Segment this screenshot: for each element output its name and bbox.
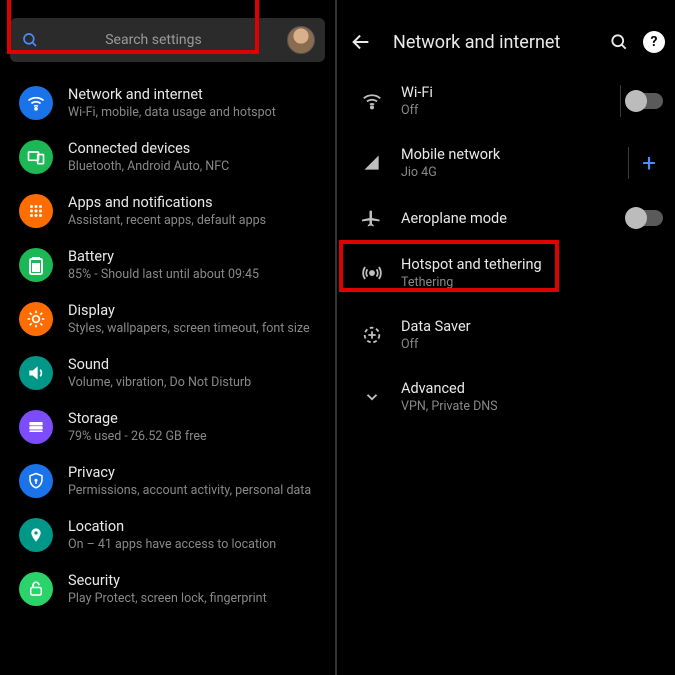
settings-root-pane: Search settings Network and internet Wi-… xyxy=(0,0,337,675)
item-title: Security xyxy=(68,572,323,589)
item-sub: Styles, wallpapers, screen timeout, font… xyxy=(68,321,323,336)
item-sub: On – 41 apps have access to location xyxy=(68,537,323,552)
separator xyxy=(620,85,621,117)
item-title: Hotspot and tethering xyxy=(401,256,663,273)
search-placeholder: Search settings xyxy=(20,32,287,48)
back-icon[interactable] xyxy=(347,28,375,56)
settings-list: Network and internet Wi-Fi, mobile, data… xyxy=(0,76,335,616)
item-title: Storage xyxy=(68,410,323,427)
network-list: Wi-Fi Off Mobile network Jio 4G + xyxy=(337,70,675,428)
item-display[interactable]: Display Styles, wallpapers, screen timeo… xyxy=(4,292,331,346)
display-icon xyxy=(19,302,53,336)
item-title: Mobile network xyxy=(401,146,622,163)
profile-avatar[interactable] xyxy=(287,26,315,54)
item-sub: 85% - Should last until about 09:45 xyxy=(68,267,323,282)
item-title: Wi-Fi xyxy=(401,84,614,101)
add-network-icon[interactable]: + xyxy=(635,149,663,177)
item-sub: Bluetooth, Android Auto, NFC xyxy=(68,159,323,174)
item-security[interactable]: Security Play Protect, screen lock, fing… xyxy=(4,562,331,616)
item-storage[interactable]: Storage 79% used - 26.52 GB free xyxy=(4,400,331,454)
item-sub: Off xyxy=(401,103,614,118)
item-title: Sound xyxy=(68,356,323,373)
item-privacy[interactable]: Privacy Permissions, account activity, p… xyxy=(4,454,331,508)
data-saver-icon xyxy=(349,324,395,346)
apps-icon xyxy=(19,194,53,228)
item-title: Aeroplane mode xyxy=(401,210,627,227)
item-title: Location xyxy=(68,518,323,535)
item-sub: Assistant, recent apps, default apps xyxy=(68,213,323,228)
aeroplane-toggle[interactable] xyxy=(627,210,663,226)
item-aeroplane-mode[interactable]: Aeroplane mode xyxy=(343,194,669,242)
item-sub: Wi-Fi, mobile, data usage and hotspot xyxy=(68,105,323,120)
item-data-saver[interactable]: Data Saver Off xyxy=(343,304,669,366)
help-icon[interactable]: ? xyxy=(643,31,665,53)
item-sound[interactable]: Sound Volume, vibration, Do Not Disturb xyxy=(4,346,331,400)
item-sub: 79% used - 26.52 GB free xyxy=(68,429,323,444)
wifi-icon xyxy=(349,90,395,112)
separator xyxy=(628,147,629,179)
item-apps-notifications[interactable]: Apps and notifications Assistant, recent… xyxy=(4,184,331,238)
privacy-icon xyxy=(19,464,53,498)
item-sub: Jio 4G xyxy=(401,165,622,180)
signal-icon xyxy=(349,153,395,173)
wifi-icon xyxy=(19,86,53,120)
network-internet-pane: Network and internet ? Wi-Fi Off xyxy=(337,0,675,675)
item-network-internet[interactable]: Network and internet Wi-Fi, mobile, data… xyxy=(4,76,331,130)
item-connected-devices[interactable]: Connected devices Bluetooth, Android Aut… xyxy=(4,130,331,184)
item-sub: VPN, Private DNS xyxy=(401,399,663,414)
item-title: Battery xyxy=(68,248,323,265)
item-title: Data Saver xyxy=(401,318,663,335)
chevron-down-icon xyxy=(349,388,395,406)
item-advanced[interactable]: Advanced VPN, Private DNS xyxy=(343,366,669,428)
item-title: Connected devices xyxy=(68,140,323,157)
header: Network and internet ? xyxy=(337,14,675,70)
storage-icon xyxy=(19,410,53,444)
item-title: Apps and notifications xyxy=(68,194,323,211)
security-icon xyxy=(19,572,53,606)
sound-icon xyxy=(19,356,53,390)
item-sub: Volume, vibration, Do Not Disturb xyxy=(68,375,323,390)
item-sub: Play Protect, screen lock, fingerprint xyxy=(68,591,323,606)
item-mobile-network[interactable]: Mobile network Jio 4G + xyxy=(343,132,669,194)
item-battery[interactable]: Battery 85% - Should last until about 09… xyxy=(4,238,331,292)
hotspot-icon xyxy=(349,262,395,284)
item-wifi[interactable]: Wi-Fi Off xyxy=(343,70,669,132)
item-title: Advanced xyxy=(401,380,663,397)
item-sub: Tethering xyxy=(401,275,663,290)
devices-icon xyxy=(19,140,53,174)
item-title: Privacy xyxy=(68,464,323,481)
search-icon[interactable] xyxy=(605,28,633,56)
location-icon xyxy=(19,518,53,552)
search-bar[interactable]: Search settings xyxy=(10,18,325,62)
item-title: Network and internet xyxy=(68,86,323,103)
item-location[interactable]: Location On – 41 apps have access to loc… xyxy=(4,508,331,562)
item-sub: Permissions, account activity, personal … xyxy=(68,483,323,498)
header-title: Network and internet xyxy=(385,32,595,53)
item-title: Display xyxy=(68,302,323,319)
airplane-icon xyxy=(349,208,395,228)
item-hotspot-tethering[interactable]: Hotspot and tethering Tethering xyxy=(343,242,669,304)
battery-icon xyxy=(19,248,53,282)
item-sub: Off xyxy=(401,337,663,352)
wifi-toggle[interactable] xyxy=(627,93,663,109)
